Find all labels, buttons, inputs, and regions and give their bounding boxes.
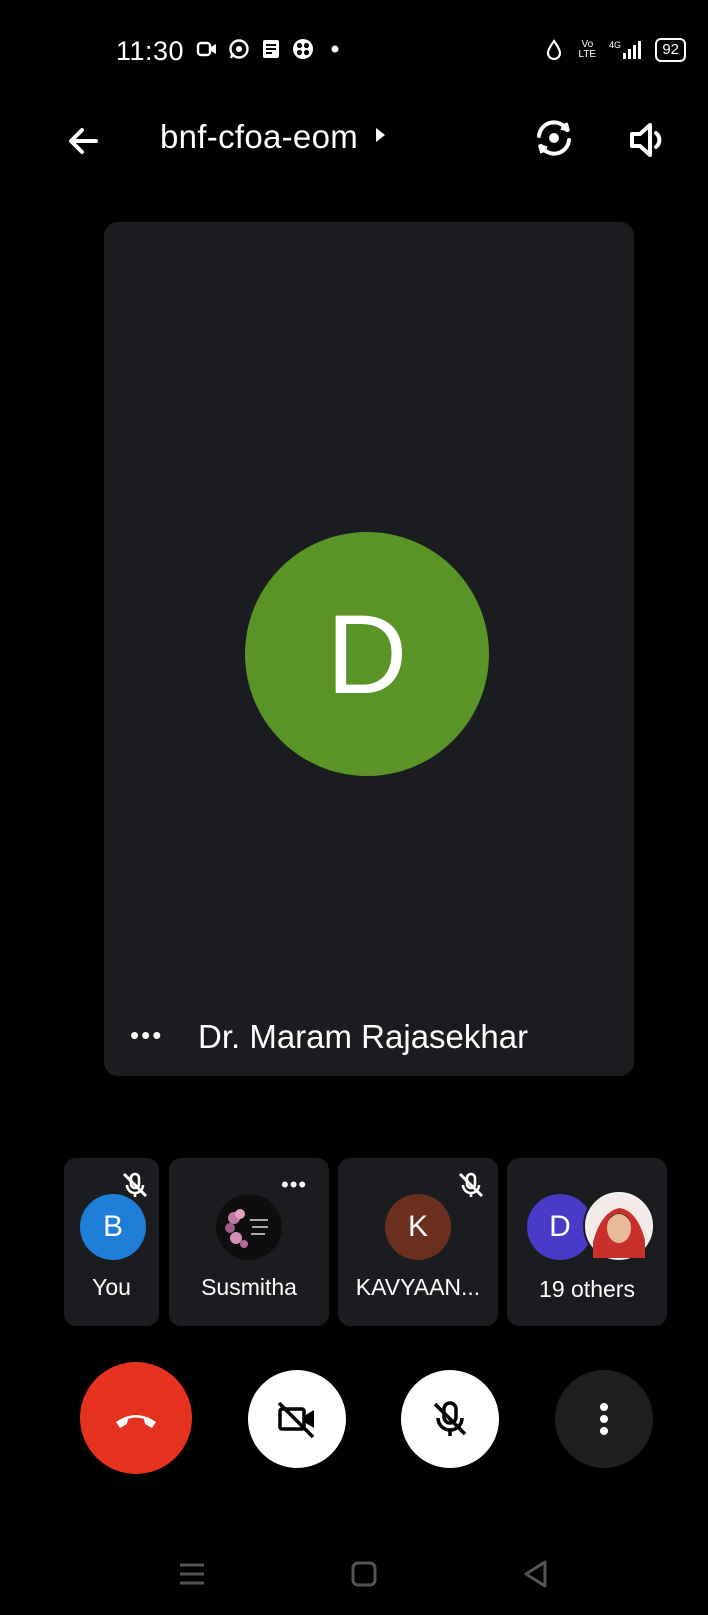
presenter-name: Dr. Maram Rajasekhar <box>198 1018 529 1055</box>
back-triangle-icon <box>524 1560 547 1588</box>
mic-off-icon <box>433 1401 467 1436</box>
menu-nav-button[interactable] <box>172 1554 212 1594</box>
status-time: 11:30 <box>116 36 185 66</box>
whatsapp-icon <box>228 38 250 60</box>
participant-more-button[interactable]: ••• <box>281 1172 307 1198</box>
switch-camera-button[interactable] <box>530 114 578 162</box>
switch-camera-icon <box>537 120 571 156</box>
more-vert-icon <box>600 1403 608 1435</box>
participant-tile-kavyaan[interactable]: K KAVYAAN... <box>338 1158 498 1326</box>
participant-avatar: B <box>80 1194 146 1260</box>
speaker-button[interactable] <box>626 116 674 164</box>
speaker-icon <box>630 123 662 157</box>
mic-toggle-button[interactable] <box>401 1370 499 1468</box>
participant-tile-you[interactable]: B You <box>64 1158 159 1326</box>
chevron-right-icon <box>372 123 388 152</box>
back-arrow-icon <box>69 128 98 154</box>
tile-more-button[interactable]: ••• <box>130 1020 163 1051</box>
more-options-button[interactable] <box>555 1370 653 1468</box>
mic-off-icon <box>454 1168 488 1202</box>
back-button[interactable] <box>60 118 106 164</box>
status-system-icons: Vo LTE 4G 92 <box>543 38 686 62</box>
app-grid-icon <box>292 38 314 60</box>
signal-icon: 4G <box>609 39 643 61</box>
battery-indicator: 92 <box>655 38 686 62</box>
meeting-title-button[interactable]: bnf-cfoa-eom <box>160 118 388 156</box>
data-saver-icon <box>543 39 565 61</box>
participant-name: You <box>92 1274 131 1300</box>
participant-tile-susmitha[interactable]: ••• Susmitha <box>169 1158 329 1326</box>
participant-tile-others[interactable]: D 19 others <box>507 1158 667 1326</box>
presenter-avatar: D <box>245 532 489 776</box>
back-nav-button[interactable] <box>516 1554 556 1594</box>
end-call-button[interactable] <box>80 1362 192 1474</box>
participant-avatar: K <box>385 1194 451 1260</box>
volte-label: Vo LTE <box>578 39 597 60</box>
document-icon <box>260 38 282 60</box>
camera-off-icon <box>277 1401 315 1439</box>
end-call-icon <box>116 1415 156 1428</box>
svg-text:4G: 4G <box>609 40 621 50</box>
home-nav-button[interactable] <box>344 1554 384 1594</box>
home-icon <box>351 1561 377 1587</box>
photo-avatar <box>583 1190 655 1262</box>
video-notification-icon <box>196 38 218 60</box>
participant-name: Susmitha <box>201 1274 297 1300</box>
dot-icon <box>324 38 346 60</box>
participant-name: KAVYAAN... <box>355 1274 481 1300</box>
camera-toggle-button[interactable] <box>248 1370 346 1468</box>
status-notification-icons <box>196 38 346 60</box>
flower-avatar <box>216 1194 282 1260</box>
participant-name: 19 others <box>539 1276 635 1302</box>
menu-icon <box>180 1563 204 1585</box>
meeting-title: bnf-cfoa-eom <box>160 118 359 155</box>
